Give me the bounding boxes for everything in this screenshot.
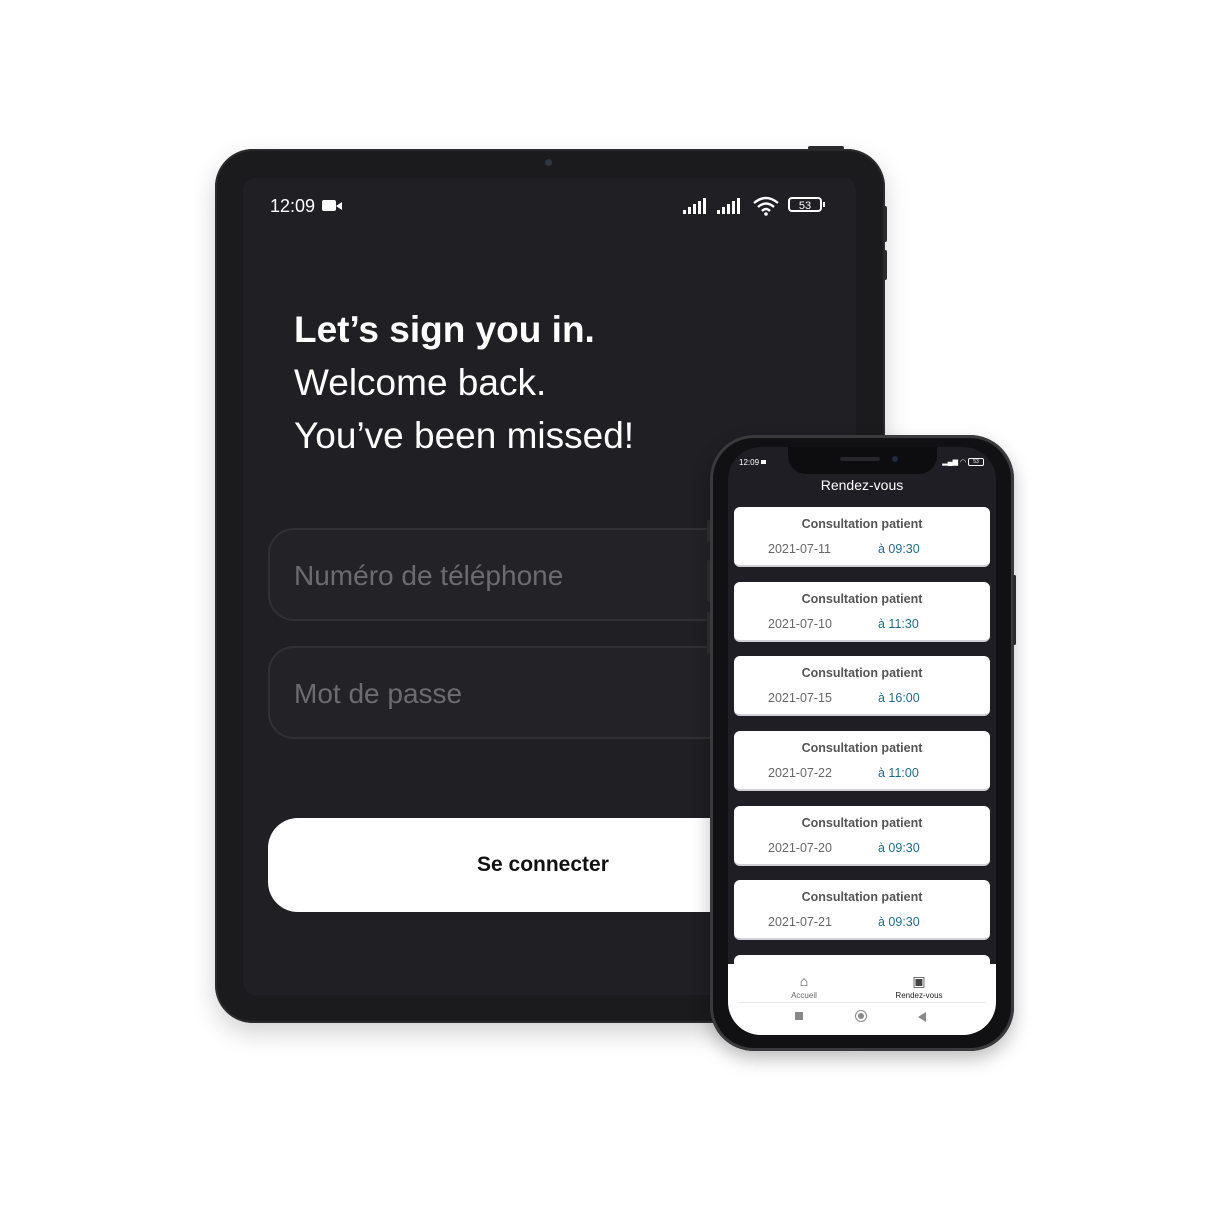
status-icons: ▂▄▆ ◠ 53 — [942, 458, 984, 467]
appointment-date: 2021-07-11 — [768, 542, 832, 556]
recent-apps-icon[interactable] — [795, 1012, 803, 1020]
appointment-date: 2021-07-15 — [768, 691, 832, 705]
appointment-time: à 09:30 — [878, 542, 920, 556]
tablet-power-button — [808, 146, 844, 150]
status-time: 12:09 — [739, 458, 760, 467]
appointment-title: Consultation patient — [801, 666, 923, 680]
nav-item-appointments[interactable]: ▣ Rendez-vous — [879, 968, 959, 1000]
video-recording-icon — [322, 200, 336, 211]
tablet-volume-up — [883, 206, 887, 242]
appointment-date: 2021-07-22 — [768, 766, 832, 780]
front-camera — [892, 456, 898, 462]
appointment-title: Consultation patient — [801, 741, 923, 755]
page-title: Rendez-vous — [820, 477, 904, 493]
appointment-time: à 09:30 — [878, 915, 920, 929]
phone-power-button — [1013, 575, 1016, 645]
appointment-date: 2021-07-20 — [768, 841, 832, 855]
phone-screen: 12:09 ▂▄▆ ◠ 53 Rendez-vous Consultation … — [728, 447, 996, 1035]
appointment-time: à 16:00 — [878, 691, 920, 705]
signal-icon: ▂▄▆ — [942, 459, 958, 466]
appointment-card[interactable]: Consultation patient 2021-07-15 à 16:00 — [734, 656, 990, 716]
appointment-title: Consultation patient — [801, 517, 923, 531]
nav-item-home[interactable]: ⌂ Accueil — [764, 968, 844, 1000]
headline-title: Let’s sign you in. — [294, 309, 595, 350]
back-icon[interactable] — [918, 1012, 926, 1022]
phone-side-button — [707, 520, 710, 542]
appointment-card[interactable]: Consultation patient 2021-07-22 à 11:00 — [734, 731, 990, 791]
appointment-card[interactable]: Consultation patient 2021-07-11 à 09:30 — [734, 507, 990, 567]
video-recording-icon — [761, 460, 766, 464]
signal-icon — [683, 198, 706, 214]
appointment-card[interactable]: Consultation patient 2021-07-20 à 09:30 — [734, 806, 990, 866]
appointment-card[interactable]: Consultation patient 2021-07-21 à 09:30 — [734, 880, 990, 940]
battery-icon: 53 — [788, 197, 825, 212]
appointment-time: à 09:30 — [878, 841, 920, 855]
calendar-icon: ▣ — [912, 973, 926, 989]
wifi-icon — [753, 196, 779, 216]
appointment-time: à 11:00 — [878, 766, 919, 780]
appointment-card[interactable]: Consultation patient 2021-07-10 à 11:30 — [734, 582, 990, 642]
headline-subtitle-2: You’ve been missed! — [294, 415, 635, 456]
status-time: 12:09 — [270, 196, 316, 216]
headline-subtitle-1: Welcome back. — [294, 362, 547, 403]
home-button-icon[interactable] — [855, 1010, 867, 1022]
bottom-navigation: ⌂ Accueil ▣ Rendez-vous — [728, 964, 996, 1035]
appointment-title: Consultation patient — [801, 592, 923, 606]
appointment-date: 2021-07-21 — [768, 915, 832, 929]
nav-label-home: Accueil — [791, 991, 817, 1000]
home-icon: ⌂ — [799, 973, 809, 989]
phone-volume-down — [707, 612, 710, 654]
phone-notch — [788, 447, 937, 474]
nav-label-appointments: Rendez-vous — [895, 991, 943, 1000]
battery-icon: 53 — [968, 458, 984, 467]
appointment-title: Consultation patient — [801, 816, 923, 830]
tablet-volume-down — [883, 250, 887, 280]
tablet-status-bar: 12:09 53 — [270, 196, 828, 216]
appointment-title: Consultation patient — [801, 890, 923, 904]
divider — [738, 1002, 986, 1003]
tablet-camera — [545, 159, 552, 166]
signal-icon — [717, 198, 740, 214]
wifi-icon: ◠ — [959, 459, 967, 466]
phone-volume-up — [707, 560, 710, 602]
appointment-time: à 11:30 — [878, 617, 919, 631]
appointment-date: 2021-07-10 — [768, 617, 832, 631]
speaker — [840, 457, 880, 461]
welcome-headline: Let’s sign you in. Welcome back. You’ve … — [294, 303, 634, 462]
